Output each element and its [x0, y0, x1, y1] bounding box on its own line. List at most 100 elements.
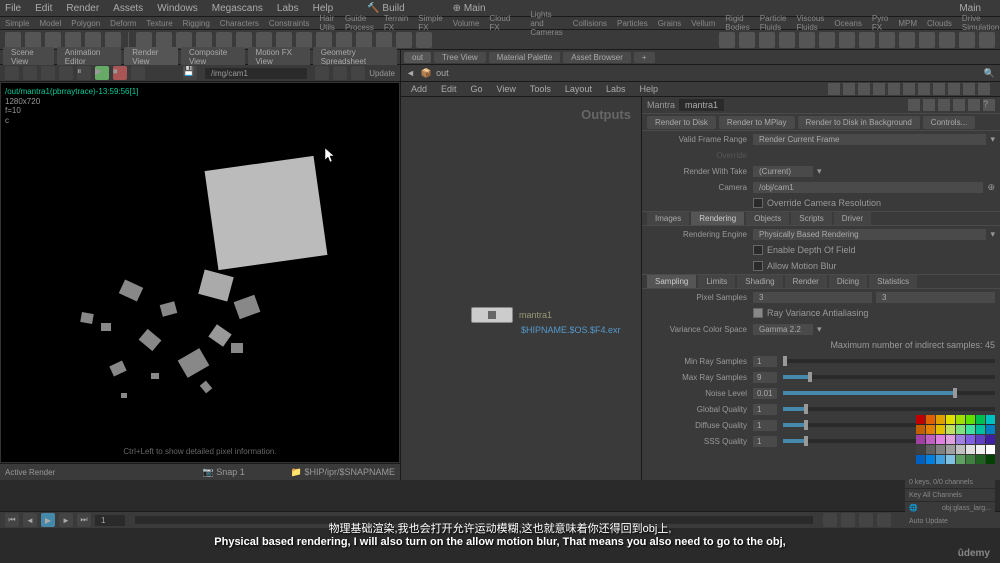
shelf-tool-icon[interactable]: [136, 32, 152, 48]
palette-swatch[interactable]: [926, 455, 935, 464]
tab-dicing[interactable]: Dicing: [829, 275, 867, 288]
node-body[interactable]: [471, 307, 513, 323]
net-toolbar-icon[interactable]: [948, 83, 960, 95]
param-icon[interactable]: [923, 99, 935, 111]
render-btn[interactable]: [23, 66, 37, 80]
keyall-button[interactable]: Key All Channels: [905, 489, 995, 501]
render-btn[interactable]: [5, 66, 19, 80]
render-to-disk-button[interactable]: Render to Disk: [647, 116, 716, 129]
render-bg-button[interactable]: Render to Disk in Background: [798, 116, 920, 129]
tab-shading[interactable]: Shading: [737, 275, 782, 288]
render-btn[interactable]: [315, 66, 329, 80]
rayvar-checkbox[interactable]: [753, 308, 763, 318]
shelf-tool-icon[interactable]: [25, 32, 41, 48]
light-tool-icon[interactable]: [879, 32, 895, 48]
shelf-tab[interactable]: Cloud FX: [489, 14, 510, 32]
shelf-tab[interactable]: Guide Process: [345, 14, 374, 32]
shelf-tool-icon[interactable]: [85, 32, 101, 48]
render-btn[interactable]: [351, 66, 365, 80]
shelf-tab[interactable]: Particles: [617, 19, 648, 28]
palette-swatch[interactable]: [916, 445, 925, 454]
netmenu-labs[interactable]: Labs: [606, 84, 626, 94]
shelf-tool-icon[interactable]: [416, 32, 432, 48]
radial-main[interactable]: ⊕ Main: [453, 3, 500, 14]
render-pause-icon[interactable]: ⏸: [77, 66, 91, 80]
palette-swatch[interactable]: [926, 435, 935, 444]
update-label[interactable]: Update: [369, 69, 395, 78]
mblur-checkbox[interactable]: [753, 261, 763, 271]
net-toolbar-icon[interactable]: [963, 83, 975, 95]
palette-swatch[interactable]: [976, 425, 985, 434]
light-tool-icon[interactable]: [919, 32, 935, 48]
camera-tool-icon[interactable]: [979, 32, 995, 48]
tab-tree-view[interactable]: Tree View: [434, 52, 486, 63]
snap-label[interactable]: 📷 Snap 1: [203, 467, 245, 478]
light-tool-icon[interactable]: [799, 32, 815, 48]
shelf-tab[interactable]: Drive Simulation: [962, 14, 999, 32]
shelf-tool-icon[interactable]: [336, 32, 352, 48]
render-stop-icon[interactable]: ⏹: [113, 66, 127, 80]
menu-windows[interactable]: Windows: [157, 3, 198, 14]
shelf-tool-icon[interactable]: [196, 32, 212, 48]
param-icon[interactable]: [908, 99, 920, 111]
shelf-tool-icon[interactable]: [276, 32, 292, 48]
menu-file[interactable]: File: [5, 3, 21, 14]
shelf-tab[interactable]: Volume: [453, 19, 480, 28]
light-tool-icon[interactable]: [739, 32, 755, 48]
camera-tool-icon[interactable]: [959, 32, 975, 48]
camera-chooser-icon[interactable]: ⊕: [987, 182, 995, 193]
netmenu-add[interactable]: Add: [411, 84, 427, 94]
tab-render-view[interactable]: Render View: [124, 47, 178, 67]
shelf-tab[interactable]: Simple: [5, 19, 29, 28]
render-btn[interactable]: [59, 66, 73, 80]
param-help-icon[interactable]: ?: [983, 99, 995, 111]
shelf-tab[interactable]: Oceans: [834, 19, 862, 28]
palette-swatch[interactable]: [916, 435, 925, 444]
netmenu-tools[interactable]: Tools: [530, 84, 551, 94]
netmenu-layout[interactable]: Layout: [565, 84, 592, 94]
min-ray-input[interactable]: 1: [753, 356, 777, 367]
shelf-tool-icon[interactable]: [376, 32, 392, 48]
light-tool-icon[interactable]: [819, 32, 835, 48]
render-save-icon[interactable]: 💾: [183, 66, 197, 80]
palette-swatch[interactable]: [986, 445, 995, 454]
camera-path-input[interactable]: /obj/cam1: [753, 182, 983, 193]
shelf-tab[interactable]: Texture: [146, 19, 172, 28]
shelf-tool-icon[interactable]: [356, 32, 372, 48]
palette-swatch[interactable]: [926, 415, 935, 424]
tab-sampling[interactable]: Sampling: [647, 275, 696, 288]
shelf-tool-icon[interactable]: [316, 32, 332, 48]
light-tool-icon[interactable]: [859, 32, 875, 48]
shelf-tab[interactable]: Polygon: [71, 19, 100, 28]
noise-input[interactable]: 0.01: [753, 388, 777, 399]
shelf-tool-icon[interactable]: [296, 32, 312, 48]
path-obj-icon[interactable]: 📦: [421, 68, 432, 79]
shelf-tab[interactable]: Rigging: [183, 19, 210, 28]
pixel-samples-x[interactable]: 3: [753, 292, 872, 303]
palette-swatch[interactable]: [956, 455, 965, 464]
tab-rendering[interactable]: Rendering: [691, 212, 744, 225]
render-viewport[interactable]: /out/mantra1(pbrraytrace)-13:59:56[1] 12…: [0, 82, 400, 463]
palette-swatch[interactable]: [926, 425, 935, 434]
light-tool-icon[interactable]: [779, 32, 795, 48]
take-dropdown[interactable]: (Current): [753, 166, 813, 177]
desktop-build[interactable]: 🔨 Build: [367, 3, 418, 14]
camera-path-field[interactable]: /img/cam1: [205, 68, 307, 79]
net-toolbar-icon[interactable]: [903, 83, 915, 95]
light-tool-icon[interactable]: [719, 32, 735, 48]
shelf-tab[interactable]: Rigid Bodies: [725, 14, 749, 32]
tab-asset-browser[interactable]: Asset Browser: [563, 52, 631, 63]
palette-swatch[interactable]: [986, 425, 995, 434]
tab-scripts[interactable]: Scripts: [791, 212, 831, 225]
tab-stats[interactable]: Statistics: [869, 275, 917, 288]
palette-swatch[interactable]: [946, 455, 955, 464]
shelf-tool-icon[interactable]: [45, 32, 61, 48]
tab-scene-view[interactable]: Scene View: [3, 47, 54, 67]
palette-swatch[interactable]: [966, 455, 975, 464]
tab-images[interactable]: Images: [647, 212, 689, 225]
palette-swatch[interactable]: [946, 425, 955, 434]
palette-swatch[interactable]: [916, 455, 925, 464]
net-toolbar-icon[interactable]: [873, 83, 885, 95]
tab-add[interactable]: +: [634, 52, 655, 63]
shelf-tab[interactable]: Hair Utils: [319, 14, 335, 32]
